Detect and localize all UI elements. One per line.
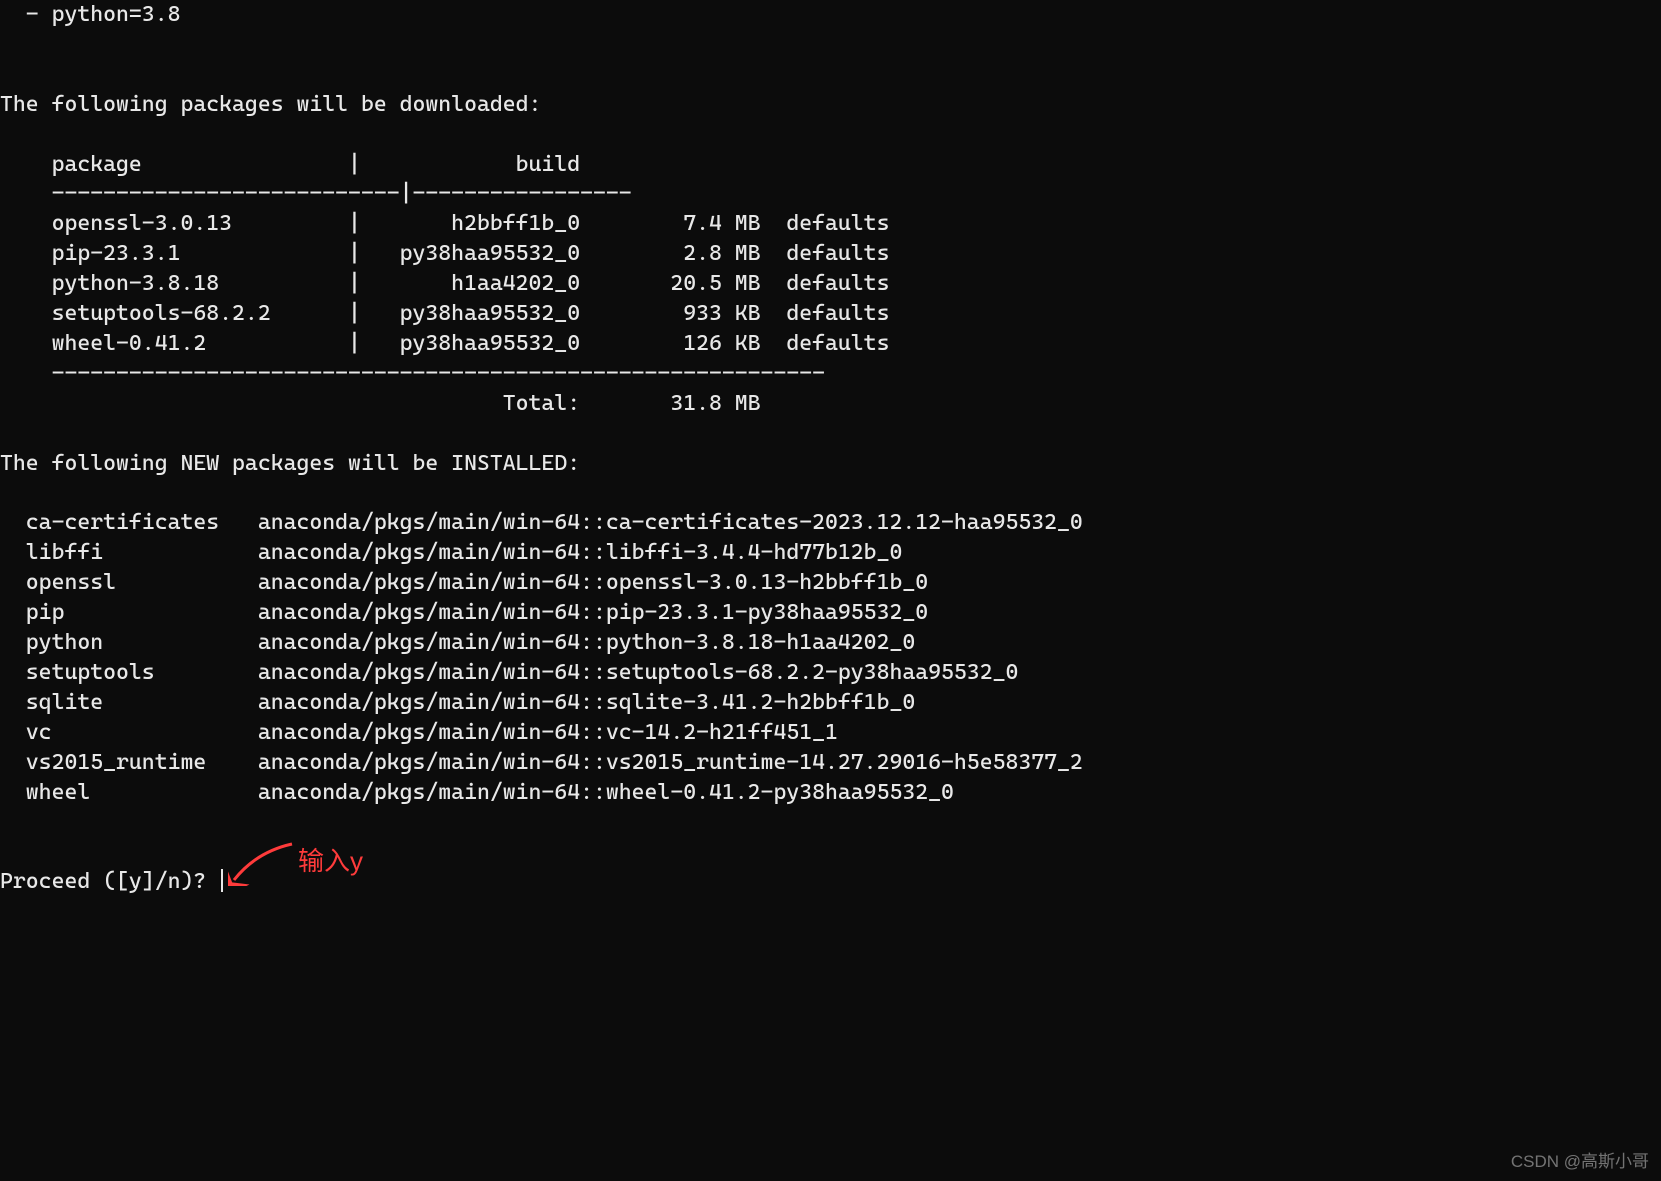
cursor[interactable] (221, 869, 223, 892)
proceed-prompt[interactable]: Proceed ([y]/n)? (0, 869, 219, 894)
terminal-output: - python=3.8 The following packages will… (0, 0, 1661, 897)
watermark: CSDN @高斯小哥 (1511, 1150, 1649, 1173)
